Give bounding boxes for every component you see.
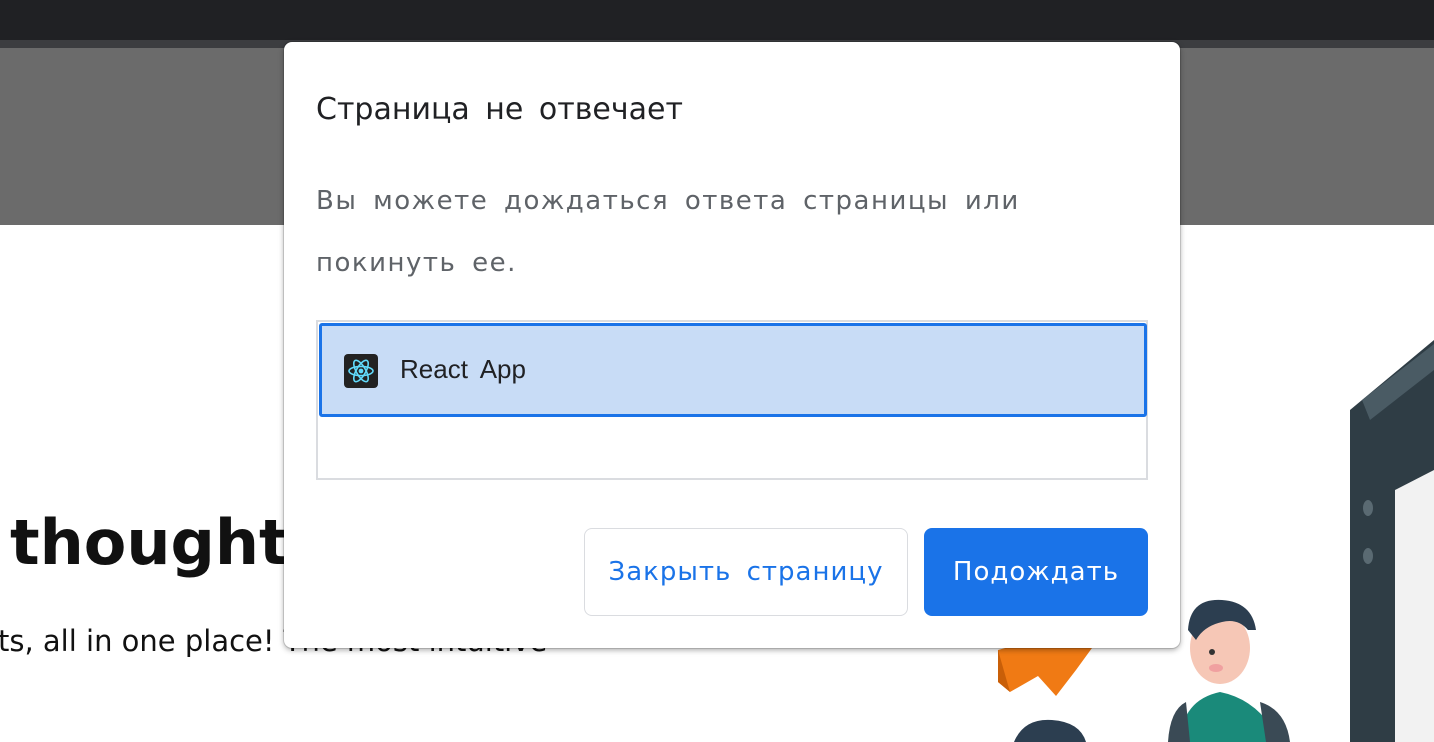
wait-button[interactable]: Подождать	[924, 528, 1148, 616]
dialog-message: Вы можете дождаться ответа страницы или …	[316, 186, 1020, 278]
dialog-title: Страница не отвечает	[316, 92, 683, 127]
page-list-item-label: React App	[400, 354, 526, 384]
react-icon	[344, 354, 378, 388]
hero-title: thought	[10, 506, 289, 579]
unresponsive-pages-list: React App	[316, 320, 1148, 480]
close-page-button[interactable]: Закрыть страницу	[584, 528, 908, 616]
page-list-item-react-app[interactable]: React App	[319, 323, 1147, 417]
page-unresponsive-dialog: Страница не отвечает Вы можете дождаться…	[284, 42, 1180, 648]
browser-toolbar	[0, 0, 1434, 40]
